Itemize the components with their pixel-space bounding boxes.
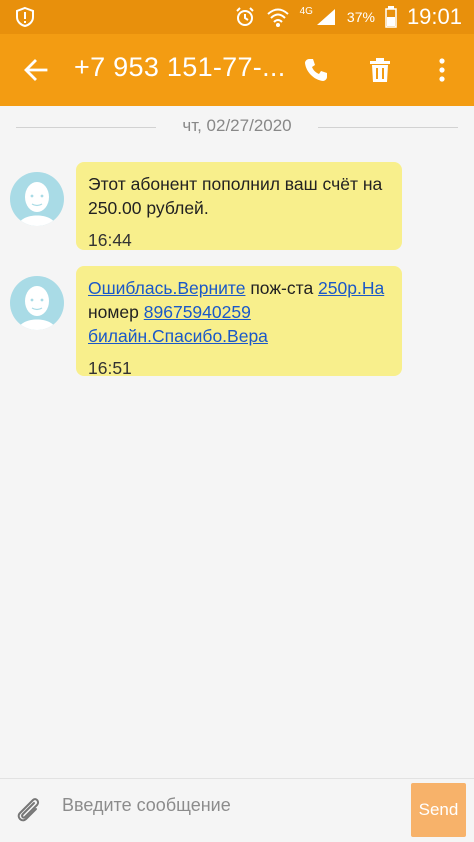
trash-icon[interactable] (366, 56, 394, 84)
phone-call-icon[interactable] (302, 56, 330, 84)
date-label: чт, 02/27/2020 (182, 116, 292, 135)
message-link[interactable]: Ошиблась.Верните (88, 278, 245, 298)
contact-avatar[interactable] (10, 276, 64, 330)
send-button[interactable]: Send (411, 783, 466, 837)
date-divider-right (318, 127, 458, 128)
network-type: 4G (299, 5, 313, 17)
phone-number-link[interactable]: 89675940259 (144, 302, 251, 322)
message-text-part: пож-ста (245, 278, 319, 298)
contact-avatar[interactable] (10, 172, 64, 226)
signal-icon (316, 9, 335, 25)
message-time: 16:44 (88, 230, 132, 250)
message-link[interactable]: 250р.На (318, 278, 384, 298)
app-bar: +7 953 151-77-... (0, 34, 474, 106)
back-arrow-icon[interactable] (22, 56, 50, 84)
message-bubble[interactable]: Ошиблась.Верните пож-ста 250р.На номер 8… (76, 266, 402, 378)
person-face-icon (18, 286, 56, 330)
message-text: Этот абонент пополнил ваш счёт на 250.00… (88, 174, 383, 218)
message-input[interactable]: Введите сообщение (62, 795, 231, 816)
message-composer: Введите сообщение Send (0, 778, 474, 842)
paperclip-icon[interactable] (14, 795, 44, 825)
alert-shield-icon (16, 6, 34, 28)
wifi-icon (266, 8, 289, 27)
battery-icon (385, 6, 397, 28)
date-separator: чт, 02/27/2020 (0, 112, 474, 142)
contact-title: +7 953 151-77-... (74, 52, 286, 82)
message-text-part: номер (88, 302, 144, 322)
message-time: 16:51 (88, 358, 132, 378)
message-link[interactable]: билайн.Спасибо.Вера (88, 326, 268, 346)
clock: 19:01 (406, 4, 462, 29)
message-text: Ошиблась.Верните пож-ста 250р.На номер 8… (88, 276, 390, 348)
status-bar: 4G 37% 19:01 (0, 0, 474, 34)
alarm-icon (235, 7, 254, 26)
more-vert-icon[interactable] (428, 56, 456, 84)
person-face-icon (18, 182, 56, 226)
battery-percent: 37% (346, 9, 375, 25)
message-bubble[interactable]: Этот абонент пополнил ваш счёт на 250.00… (76, 162, 402, 250)
